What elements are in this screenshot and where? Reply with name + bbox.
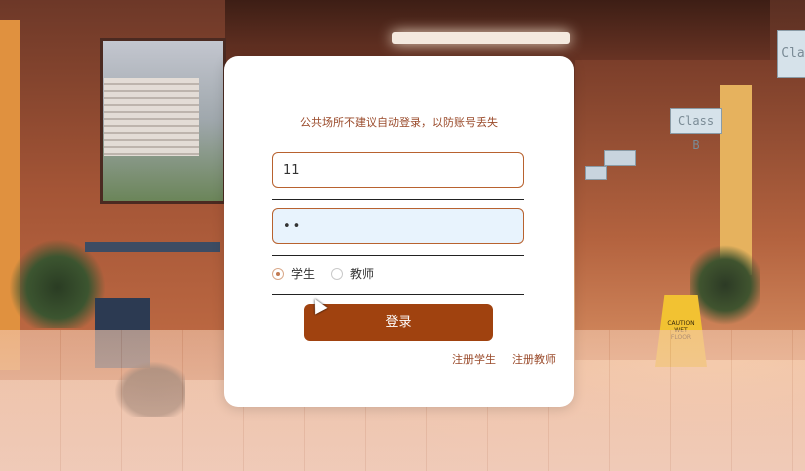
desk	[85, 242, 220, 252]
register-teacher-link[interactable]: 注册教师	[512, 351, 556, 367]
auto-login-notice: 公共场所不建议自动登录，以防账号丢失	[300, 116, 498, 129]
divider	[272, 255, 524, 256]
divider	[272, 294, 524, 295]
login-panel: 公共场所不建议自动登录，以防账号丢失 11 •• 学生 教师 登录 注册学生 注…	[224, 56, 574, 407]
radio-checked-icon[interactable]	[272, 267, 284, 280]
register-student-link[interactable]: 注册学生	[452, 351, 496, 367]
role-radio-group: 学生 教师	[272, 265, 384, 282]
window-blinds	[104, 78, 199, 156]
class-sign-right: Cla	[777, 30, 805, 78]
password-field[interactable]: ••	[272, 208, 524, 244]
ceiling-light	[392, 32, 570, 44]
small-class-sign	[604, 150, 636, 166]
small-class-sign-2	[585, 166, 607, 180]
plant-right	[690, 240, 760, 330]
login-button[interactable]: 登录	[304, 304, 493, 341]
class-b-sign: Class B	[670, 108, 722, 152]
radio-unchecked-icon[interactable]	[331, 267, 344, 280]
username-value: 11	[283, 162, 300, 178]
role-option-teacher[interactable]: 教师	[331, 265, 374, 282]
divider	[272, 199, 524, 200]
register-links: 注册学生 注册教师	[224, 351, 556, 367]
password-value: ••	[283, 218, 303, 234]
role-option-student[interactable]: 学生	[272, 265, 315, 282]
role-option-label: 学生	[291, 267, 316, 281]
role-option-label: 教师	[350, 267, 375, 281]
username-field[interactable]: 11	[272, 152, 524, 188]
